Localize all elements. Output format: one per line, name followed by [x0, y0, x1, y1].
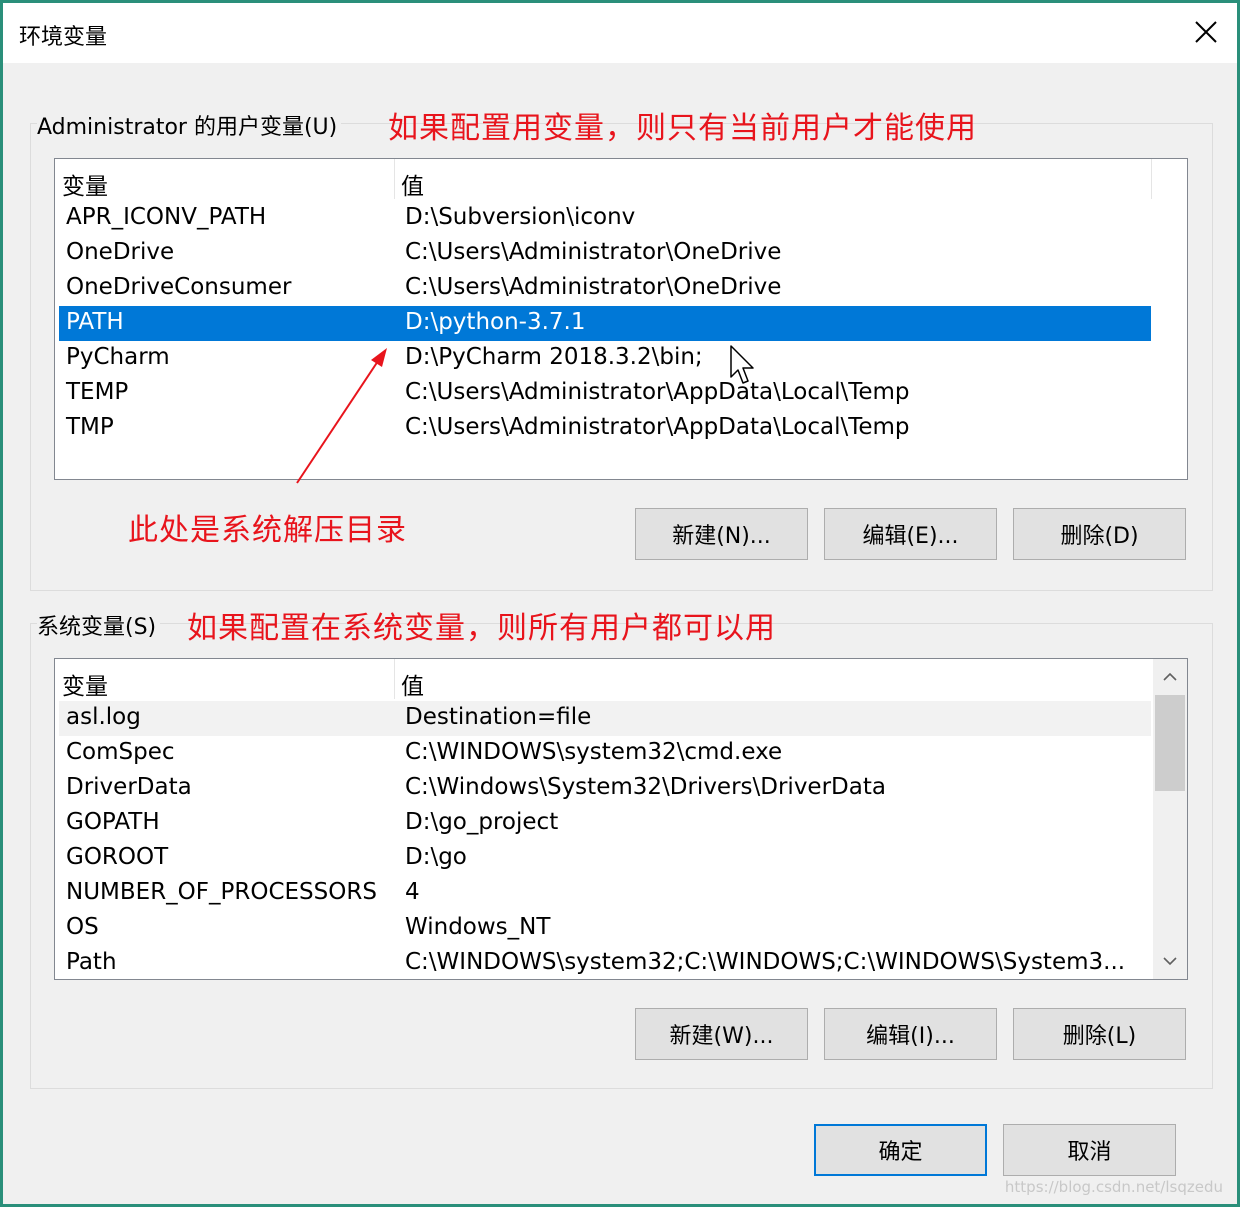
var-name: TMP [66, 414, 114, 440]
user-var-row[interactable]: APR_ICONV_PATH D:\Subversion\iconv [59, 201, 1151, 236]
var-name: PATH [66, 309, 124, 335]
system-vars-label: 系统变量(S) [37, 609, 161, 641]
user-vars-label: Administrator 的用户变量(U) [37, 109, 342, 141]
var-value: 4 [405, 879, 420, 905]
user-vars-header: 变量 值 [55, 159, 1152, 201]
var-name: OneDrive [66, 239, 175, 265]
var-name: PyCharm [66, 344, 170, 370]
user-var-row[interactable]: PyCharm D:\PyCharm 2018.3.2\bin; [59, 341, 1151, 376]
system-delete-button[interactable]: 删除(L) [1013, 1008, 1186, 1060]
column-divider[interactable] [1151, 159, 1152, 199]
var-value: C:\Users\Administrator\OneDrive [405, 239, 782, 265]
user-var-row[interactable]: OneDriveConsumer C:\Users\Administrator\… [59, 271, 1151, 306]
user-var-row-selected[interactable]: PATH D:\python-3.7.1 [59, 306, 1151, 341]
var-name: ComSpec [66, 739, 175, 765]
close-icon [1195, 21, 1217, 43]
watermark: https://blog.csdn.net/lsqzedu [1004, 1178, 1223, 1196]
chevron-down-icon [1163, 957, 1177, 966]
system-var-row[interactable]: OS Windows_NT [59, 911, 1151, 946]
user-var-row[interactable]: TMP C:\Users\Administrator\AppData\Local… [59, 411, 1151, 446]
directory-annotation: 此处是系统解压目录 [128, 513, 407, 548]
column-header-value[interactable]: 值 [401, 667, 424, 701]
system-edit-button[interactable]: 编辑(I)... [824, 1008, 997, 1060]
user-new-button[interactable]: 新建(N)... [635, 508, 808, 560]
var-name: Path [66, 949, 117, 975]
var-name: DriverData [66, 774, 192, 800]
user-var-row[interactable]: TEMP C:\Users\Administrator\AppData\Loca… [59, 376, 1151, 411]
system-var-row-hover[interactable]: asl.log Destination=file [59, 701, 1151, 736]
ok-button[interactable]: 确定 [814, 1124, 987, 1176]
var-value: D:\go [405, 844, 467, 870]
window-title: 环境变量 [19, 25, 108, 50]
var-value: C:\Windows\System32\Drivers\DriverData [405, 774, 886, 800]
var-value: D:\go_project [405, 809, 559, 835]
var-name: asl.log [66, 704, 141, 730]
var-value: C:\Users\Administrator\AppData\Local\Tem… [405, 414, 910, 440]
scroll-down-button[interactable] [1154, 945, 1186, 977]
system-var-row[interactable]: NUMBER_OF_PROCESSORS 4 [59, 876, 1151, 911]
scrollbar-thumb[interactable] [1155, 695, 1185, 791]
system-vars-list[interactable]: 变量 值 asl.log Destination=file ComSpec C:… [54, 658, 1188, 980]
var-value: D:\python-3.7.1 [405, 309, 586, 335]
system-var-row[interactable]: ComSpec C:\WINDOWS\system32\cmd.exe [59, 736, 1151, 771]
environment-variables-dialog: 环境变量 Administrator 的用户变量(U) 如果配置用变量，则只有当… [0, 0, 1240, 1207]
var-value: C:\WINDOWS\system32\cmd.exe [405, 739, 783, 765]
system-var-row[interactable]: GOROOT D:\go [59, 841, 1151, 876]
var-value: Destination=file [405, 704, 592, 730]
user-var-row[interactable]: OneDrive C:\Users\Administrator\OneDrive [59, 236, 1151, 271]
system-var-row[interactable]: GOPATH D:\go_project [59, 806, 1151, 841]
var-value: Windows_NT [405, 914, 551, 940]
user-delete-button[interactable]: 删除(D) [1013, 508, 1186, 560]
system-var-row[interactable]: Path C:\WINDOWS\system32;C:\WINDOWS;C:\W… [59, 946, 1151, 979]
system-new-button[interactable]: 新建(W)... [635, 1008, 808, 1060]
var-name: GOPATH [66, 809, 160, 835]
user-vars-list[interactable]: 变量 值 APR_ICONV_PATH D:\Subversion\iconv … [54, 158, 1188, 480]
user-vars-annotation: 如果配置用变量，则只有当前用户才能使用 [388, 111, 977, 146]
system-var-row[interactable]: DriverData C:\Windows\System32\Drivers\D… [59, 771, 1151, 806]
var-value: C:\Users\Administrator\OneDrive [405, 274, 782, 300]
var-name: TEMP [66, 379, 129, 405]
var-name: NUMBER_OF_PROCESSORS [66, 879, 377, 905]
var-name: GOROOT [66, 844, 169, 870]
var-name: APR_ICONV_PATH [66, 204, 267, 230]
scroll-up-button[interactable] [1154, 661, 1186, 693]
column-divider[interactable] [394, 159, 395, 199]
column-header-variable[interactable]: 变量 [62, 667, 108, 701]
var-value: D:\PyCharm 2018.3.2\bin; [405, 344, 703, 370]
system-vars-annotation: 如果配置在系统变量，则所有用户都可以用 [187, 611, 776, 646]
var-value: D:\Subversion\iconv [405, 204, 636, 230]
var-value: C:\Users\Administrator\AppData\Local\Tem… [405, 379, 910, 405]
system-vars-scrollbar[interactable] [1153, 659, 1187, 979]
column-header-variable[interactable]: 变量 [62, 167, 108, 201]
cancel-button[interactable]: 取消 [1003, 1124, 1176, 1176]
var-name: OS [66, 914, 99, 940]
var-value: C:\WINDOWS\system32;C:\WINDOWS;C:\WINDOW… [405, 949, 1126, 975]
user-edit-button[interactable]: 编辑(E)... [824, 508, 997, 560]
chevron-up-icon [1163, 672, 1177, 681]
var-name: OneDriveConsumer [66, 274, 292, 300]
close-button[interactable] [1177, 3, 1237, 63]
column-header-value[interactable]: 值 [401, 167, 424, 201]
column-divider[interactable] [394, 659, 395, 699]
title-bar: 环境变量 [3, 3, 1237, 63]
system-vars-header: 变量 值 [55, 659, 1151, 701]
